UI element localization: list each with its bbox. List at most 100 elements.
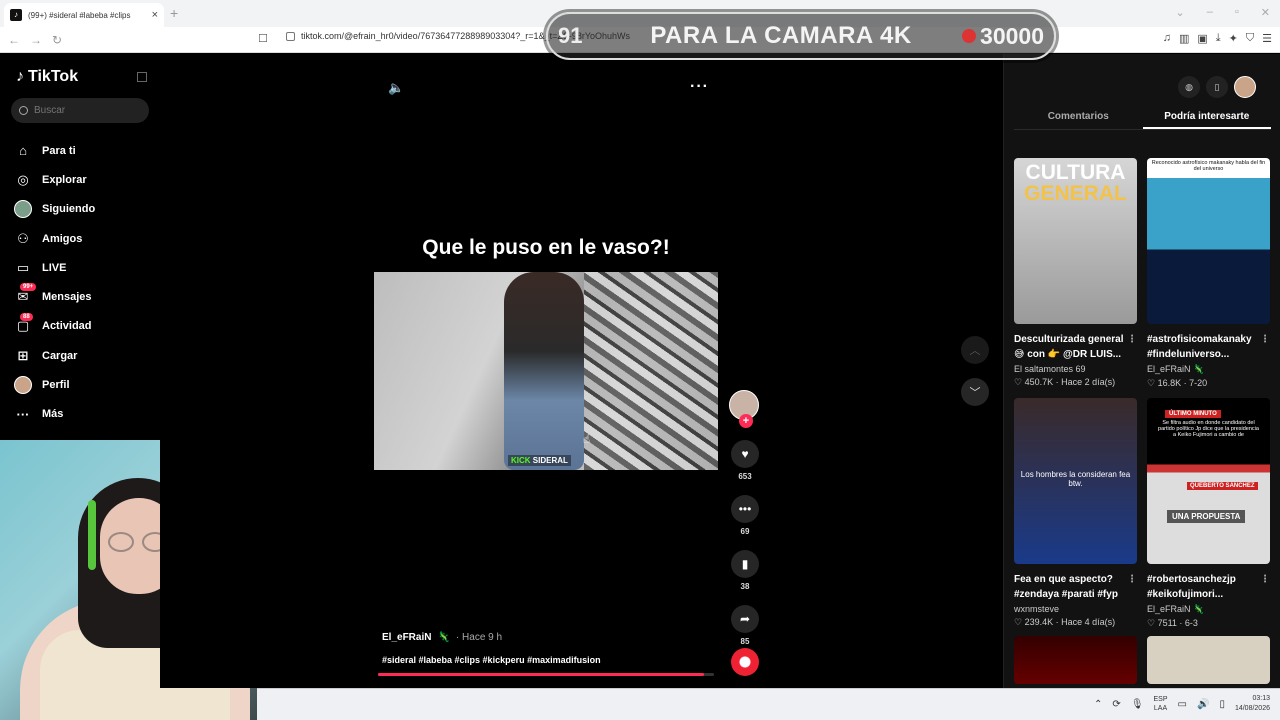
chevron-down-icon[interactable]: ⌄ <box>1176 6 1185 19</box>
save-button[interactable]: ▮ 38 <box>729 550 761 591</box>
chevron-up-icon[interactable]: ⌃ <box>1094 699 1102 710</box>
thumbnail-banner: UNA PROPUESTA <box>1167 510 1246 523</box>
collapse-sidebar-icon[interactable] <box>137 72 147 82</box>
previous-video-button[interactable]: ︿ <box>961 336 989 364</box>
forward-icon[interactable]: → <box>30 33 42 47</box>
sidebar-item-perfil[interactable]: Perfil <box>14 370 95 399</box>
comment-count: 69 <box>740 527 750 536</box>
video-thumbnail[interactable]: Reconocido astrofísico makanaky habla de… <box>1147 158 1270 324</box>
sidebar-item-actividad[interactable]: ▢ 88 Actividad <box>14 312 95 341</box>
phone-icon[interactable]: ▯ <box>1206 76 1228 98</box>
video-thumbnail[interactable]: CULTURA GENERAL <box>1014 158 1137 324</box>
card-title[interactable]: #astrofisicomakanaky #findeluniverso... ⋮ <box>1147 332 1270 362</box>
sidebar-item-siguiendo[interactable]: Siguiendo <box>14 195 95 224</box>
tab-comentarios[interactable]: Comentarios <box>1014 106 1143 129</box>
card-author[interactable]: El_eFRaiN 🦎 <box>1147 604 1270 615</box>
tab-podria-interesarte[interactable]: Podría interesarte <box>1142 106 1271 129</box>
sidebar-item-para-ti[interactable]: ⌂ Para ti <box>14 136 95 165</box>
sidebar-item-label: Amigos <box>42 232 83 245</box>
more-options-icon[interactable]: ··· <box>690 78 709 96</box>
recommended-video-card[interactable]: Reconocido astrofísico makanaky habla de… <box>1147 158 1270 389</box>
recommended-video-card[interactable]: ÚLTIMO MINUTO Se filtra audio en donde c… <box>1147 398 1270 629</box>
sidebar-item-label: LIVE <box>42 261 67 274</box>
sidebar-item-amigos[interactable]: ⚇ Amigos <box>14 224 95 253</box>
like-button[interactable]: ♥ 653 <box>729 440 761 481</box>
download-icon[interactable]: ⤓ <box>1216 32 1221 45</box>
video-hashtags[interactable]: #sideral #labeba #clips #kickperu #maxim… <box>382 655 601 665</box>
author-name[interactable]: El_eFRaiN <box>382 632 431 643</box>
home-icon: ⌂ <box>19 143 27 159</box>
wallet-icon[interactable]: ▣ <box>1197 32 1207 45</box>
card-title-text: Fea en que aspecto? #zendaya #parati #fy… <box>1014 574 1118 600</box>
video-thumbnail[interactable] <box>1014 636 1137 684</box>
card-author[interactable]: El_eFRaiN 🦎 <box>1147 364 1270 375</box>
new-tab-icon[interactable]: + <box>170 5 178 21</box>
video-thumbnail[interactable] <box>1147 636 1270 684</box>
tab-title: (99+) #sideral #labeba #clips <box>28 10 131 20</box>
minimize-icon[interactable]: – <box>1207 6 1213 19</box>
card-title-text: #robertosanchezjp #keikofujimori... <box>1147 574 1236 600</box>
next-video-button[interactable]: ﹀ <box>961 378 989 406</box>
follow-plus-icon[interactable]: + <box>739 414 753 428</box>
more-options-icon[interactable]: ⋮ <box>1260 332 1270 347</box>
microphone-icon[interactable]: 🎙 <box>1131 699 1144 710</box>
recommended-video-card[interactable]: CULTURA GENERAL Desculturizada general 😅 … <box>1014 158 1137 388</box>
card-title-text: Desculturizada general 😅 con 👉 @DR LUIS.… <box>1014 334 1124 360</box>
video-thumbnail[interactable]: Los hombres la consideran fea btw. <box>1014 398 1137 564</box>
clock[interactable]: 03:13 14/08/2026 <box>1235 694 1270 714</box>
video-progress-bar[interactable] <box>378 673 714 676</box>
music-disc-icon[interactable] <box>731 648 759 676</box>
message-icon: ✉ <box>17 289 29 305</box>
reload-icon[interactable]: ↻ <box>52 33 62 47</box>
sidebar-icon[interactable]: ▥ <box>1179 32 1189 45</box>
live-icon: ▭ <box>16 259 30 275</box>
avatar <box>14 376 32 395</box>
menu-icon[interactable]: ☰ <box>1262 32 1272 45</box>
card-author[interactable]: El saltamontes 69 <box>1014 364 1137 374</box>
avatar[interactable] <box>1234 76 1256 98</box>
shield-icon[interactable]: ⛉ <box>1246 32 1254 45</box>
music-icon[interactable]: ♫ <box>1163 32 1171 45</box>
display-icon[interactable]: ▭ <box>1178 699 1187 710</box>
volume-icon[interactable]: 🔈 <box>388 80 404 96</box>
browser-tab[interactable]: ♪ (99+) #sideral #labeba #clips × <box>4 3 164 27</box>
card-title[interactable]: Fea en que aspecto? #zendaya #parati #fy… <box>1014 572 1137 602</box>
bookmark-icon[interactable]: ☐ <box>258 32 268 45</box>
recommended-video-card[interactable]: Los hombres la consideran fea btw. Fea e… <box>1014 398 1137 628</box>
creator-avatar[interactable]: + <box>729 390 759 428</box>
comment-button[interactable]: ••• 69 <box>729 495 761 536</box>
more-options-icon[interactable]: ⋮ <box>1127 572 1137 587</box>
site-info-icon[interactable] <box>286 31 295 41</box>
more-options-icon[interactable]: ⋮ <box>1127 332 1137 347</box>
sync-icon[interactable]: ⟳ <box>1112 699 1120 710</box>
video-player[interactable]: KICK SIDERAL <box>374 272 718 470</box>
sidebar-item-live[interactable]: ▭ LIVE <box>14 253 95 282</box>
card-title[interactable]: #robertosanchezjp #keikofujimori... ⋮ <box>1147 572 1270 602</box>
ai-icon[interactable]: ✦ <box>1229 32 1238 45</box>
share-button[interactable]: ➦ 85 <box>729 605 761 646</box>
coin-icon[interactable]: ◍ <box>1178 76 1200 98</box>
language-indicator[interactable]: ESP LAA <box>1154 695 1168 713</box>
sidebar-item-mensajes[interactable]: ✉ 99+ Mensajes <box>14 282 95 311</box>
sidebar-item-label: Explorar <box>42 173 87 186</box>
card-title[interactable]: Desculturizada general 😅 con 👉 @DR LUIS.… <box>1014 332 1137 362</box>
video-author[interactable]: El_eFRaiN 🦎 · Hace 9 h <box>382 632 502 643</box>
tiktok-logo[interactable]: ♪ TikTok <box>16 68 78 86</box>
close-tab-icon[interactable]: × <box>152 9 158 21</box>
search-box[interactable] <box>11 98 149 123</box>
sidebar-item-mas[interactable]: ··· Más <box>14 400 95 429</box>
card-author[interactable]: wxnmsteve <box>1014 604 1137 614</box>
close-window-icon[interactable]: ✕ <box>1261 6 1270 19</box>
maximize-icon[interactable]: ▫ <box>1235 6 1239 19</box>
volume-icon[interactable]: 🔊 <box>1197 699 1209 710</box>
sidebar-item-explorar[interactable]: ◎ Explorar <box>14 165 95 194</box>
post-time: · Hace 9 h <box>455 632 503 643</box>
search-input[interactable] <box>34 105 134 116</box>
like-count: 653 <box>738 472 752 481</box>
back-icon[interactable]: ← <box>8 33 20 47</box>
sidebar-menu: ⌂ Para ti ◎ Explorar Siguiendo ⚇ Amigos … <box>14 136 95 429</box>
sidebar-item-cargar[interactable]: ⊞ Cargar <box>14 341 95 370</box>
video-thumbnail[interactable]: ÚLTIMO MINUTO Se filtra audio en donde c… <box>1147 398 1270 564</box>
more-options-icon[interactable]: ⋮ <box>1260 572 1270 587</box>
battery-icon[interactable]: ▯ <box>1219 699 1225 710</box>
